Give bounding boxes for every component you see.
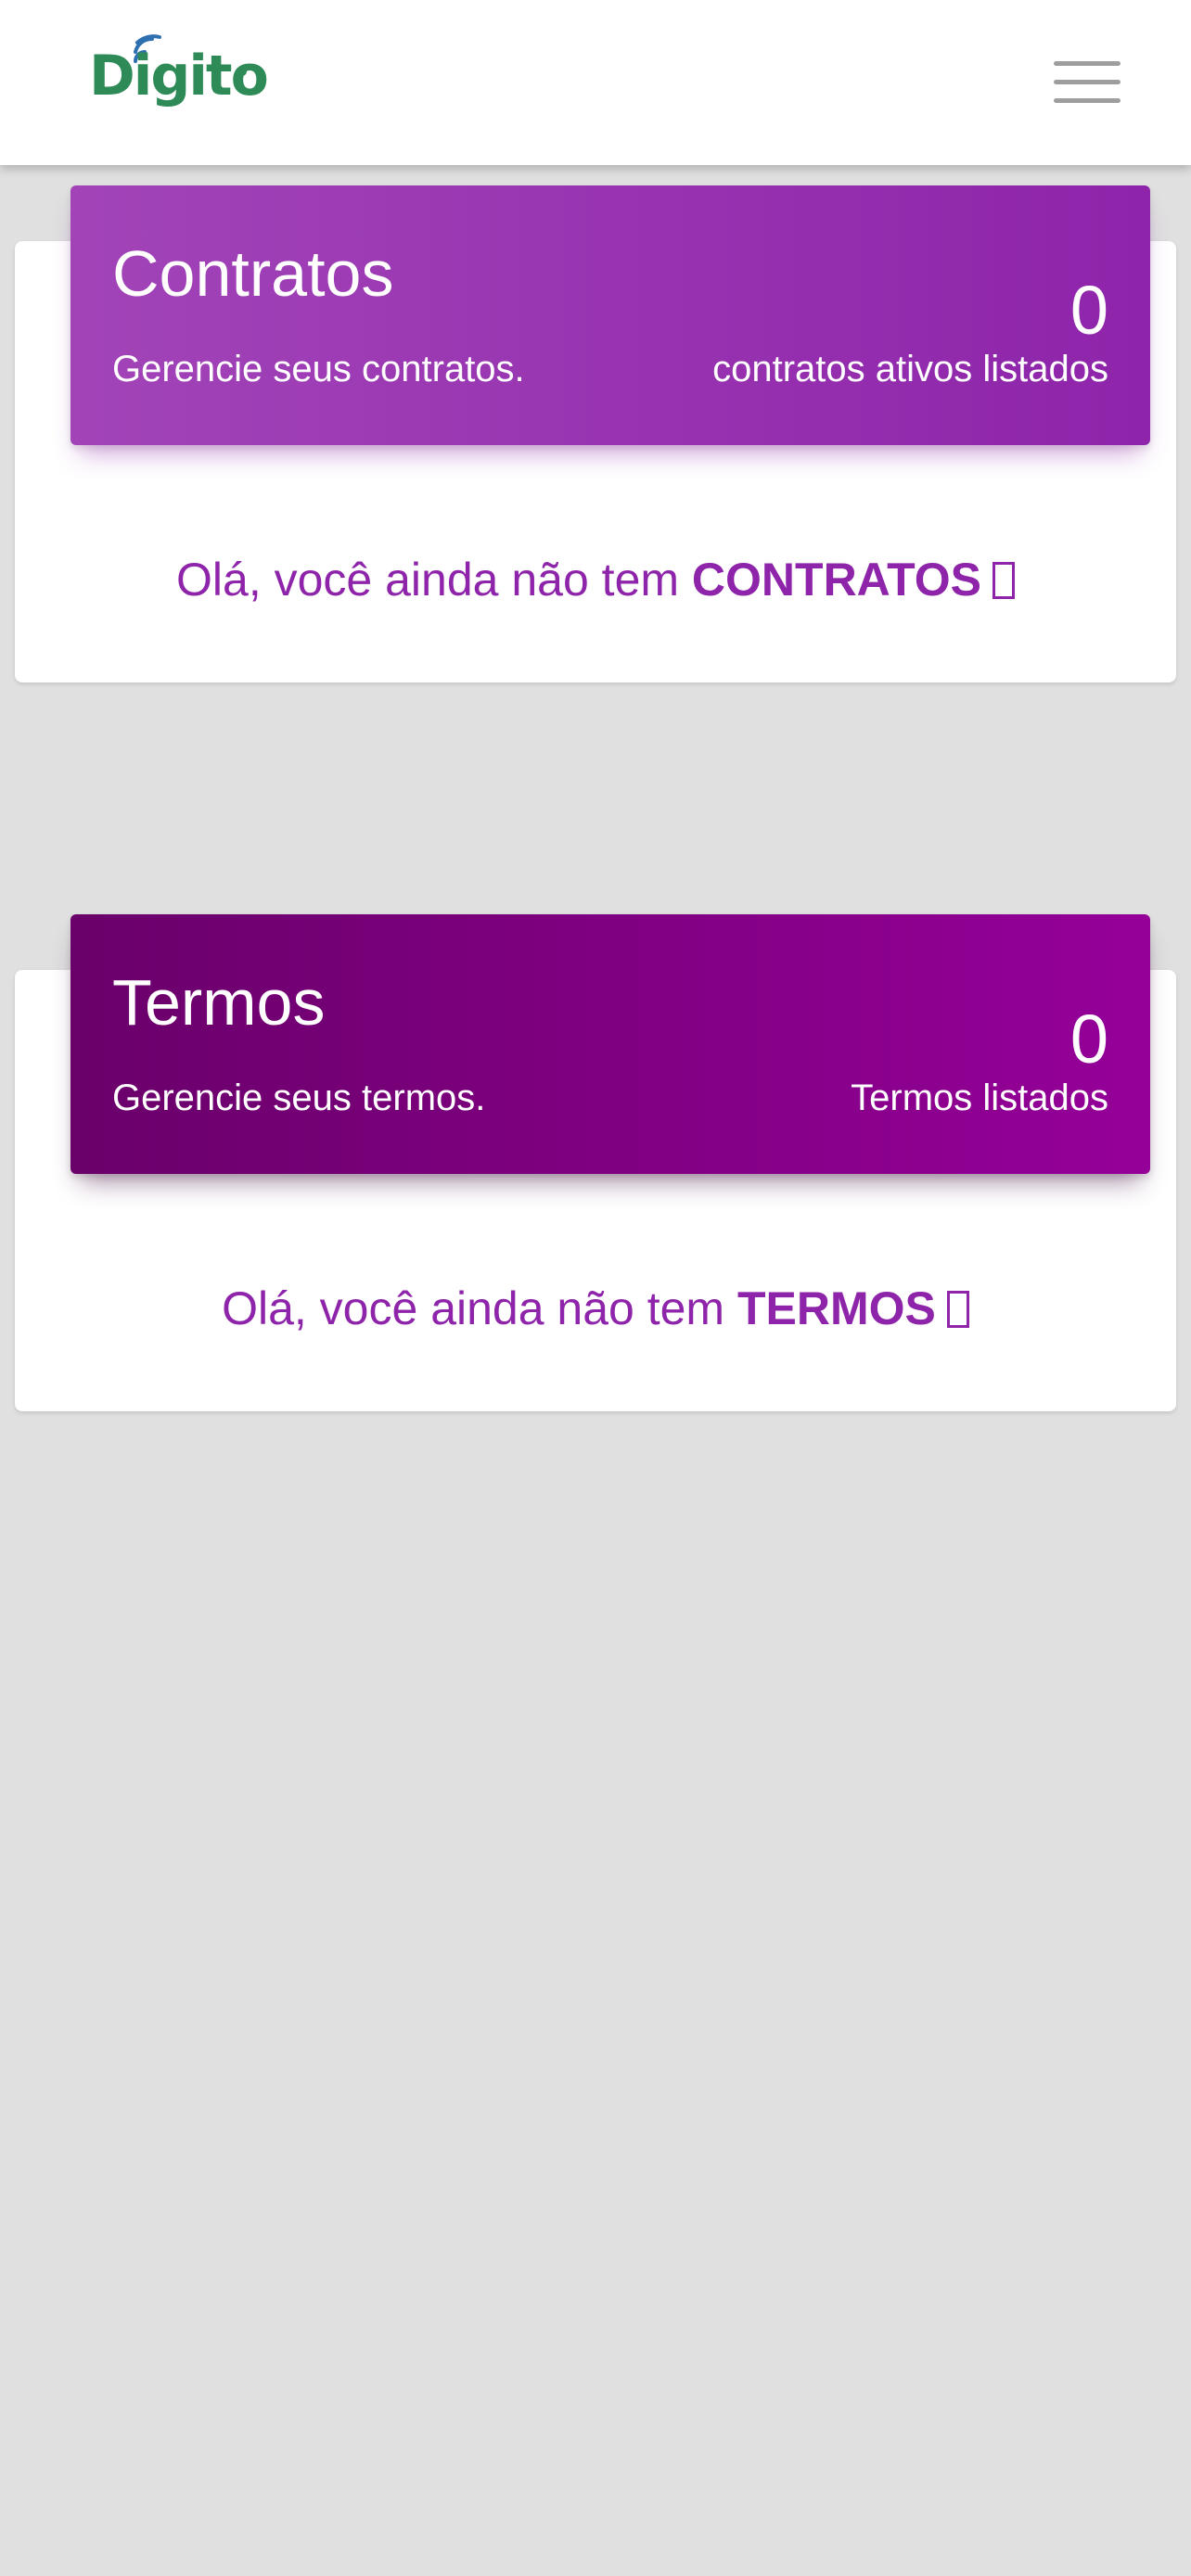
contratos-title: Contratos xyxy=(112,237,394,310)
contratos-empty-message: Olá, você ainda não tem CONTRATOS xyxy=(15,556,1176,603)
contratos-card-header[interactable]: Contratos Gerencie seus contratos. 0 con… xyxy=(70,185,1150,445)
contratos-card: Contratos Gerencie seus contratos. 0 con… xyxy=(15,185,1176,682)
missing-glyph-box-icon xyxy=(992,562,1015,599)
termos-empty-message: Olá, você ainda não tem TERMOS xyxy=(15,1285,1176,1332)
missing-glyph-box-icon xyxy=(946,1291,969,1328)
termos-subtitle: Gerencie seus termos. xyxy=(112,1078,486,1118)
termos-card-header[interactable]: Termos Gerencie seus termos. 0 Termos li… xyxy=(70,914,1150,1174)
logo-text: Digito xyxy=(89,44,269,108)
hamburger-menu-icon xyxy=(1054,61,1121,66)
registered-mark-icon xyxy=(237,67,247,76)
termos-empty-prefix: Olá, você ainda não tem xyxy=(222,1282,737,1334)
contratos-subtitle: Gerencie seus contratos. xyxy=(112,349,525,389)
hamburger-menu-button[interactable] xyxy=(1046,56,1122,109)
termos-count: 0 xyxy=(1069,1001,1108,1078)
digito-logo[interactable]: Digito xyxy=(89,33,269,122)
termos-count-label: Termos listados xyxy=(851,1078,1108,1118)
termos-card: Termos Gerencie seus termos. 0 Termos li… xyxy=(15,914,1176,1411)
termos-empty-keyword: TERMOS xyxy=(736,1282,936,1334)
contratos-empty-keyword: CONTRATOS xyxy=(691,554,981,606)
hamburger-menu-icon-bar xyxy=(1054,98,1121,103)
top-app-bar: Digito xyxy=(0,0,1191,165)
contratos-count-label: contratos ativos listados xyxy=(712,349,1108,389)
contratos-count: 0 xyxy=(1069,272,1108,349)
termos-title: Termos xyxy=(112,966,326,1039)
contratos-empty-prefix: Olá, você ainda não tem xyxy=(176,554,692,606)
hamburger-menu-icon-bar xyxy=(1054,80,1121,84)
